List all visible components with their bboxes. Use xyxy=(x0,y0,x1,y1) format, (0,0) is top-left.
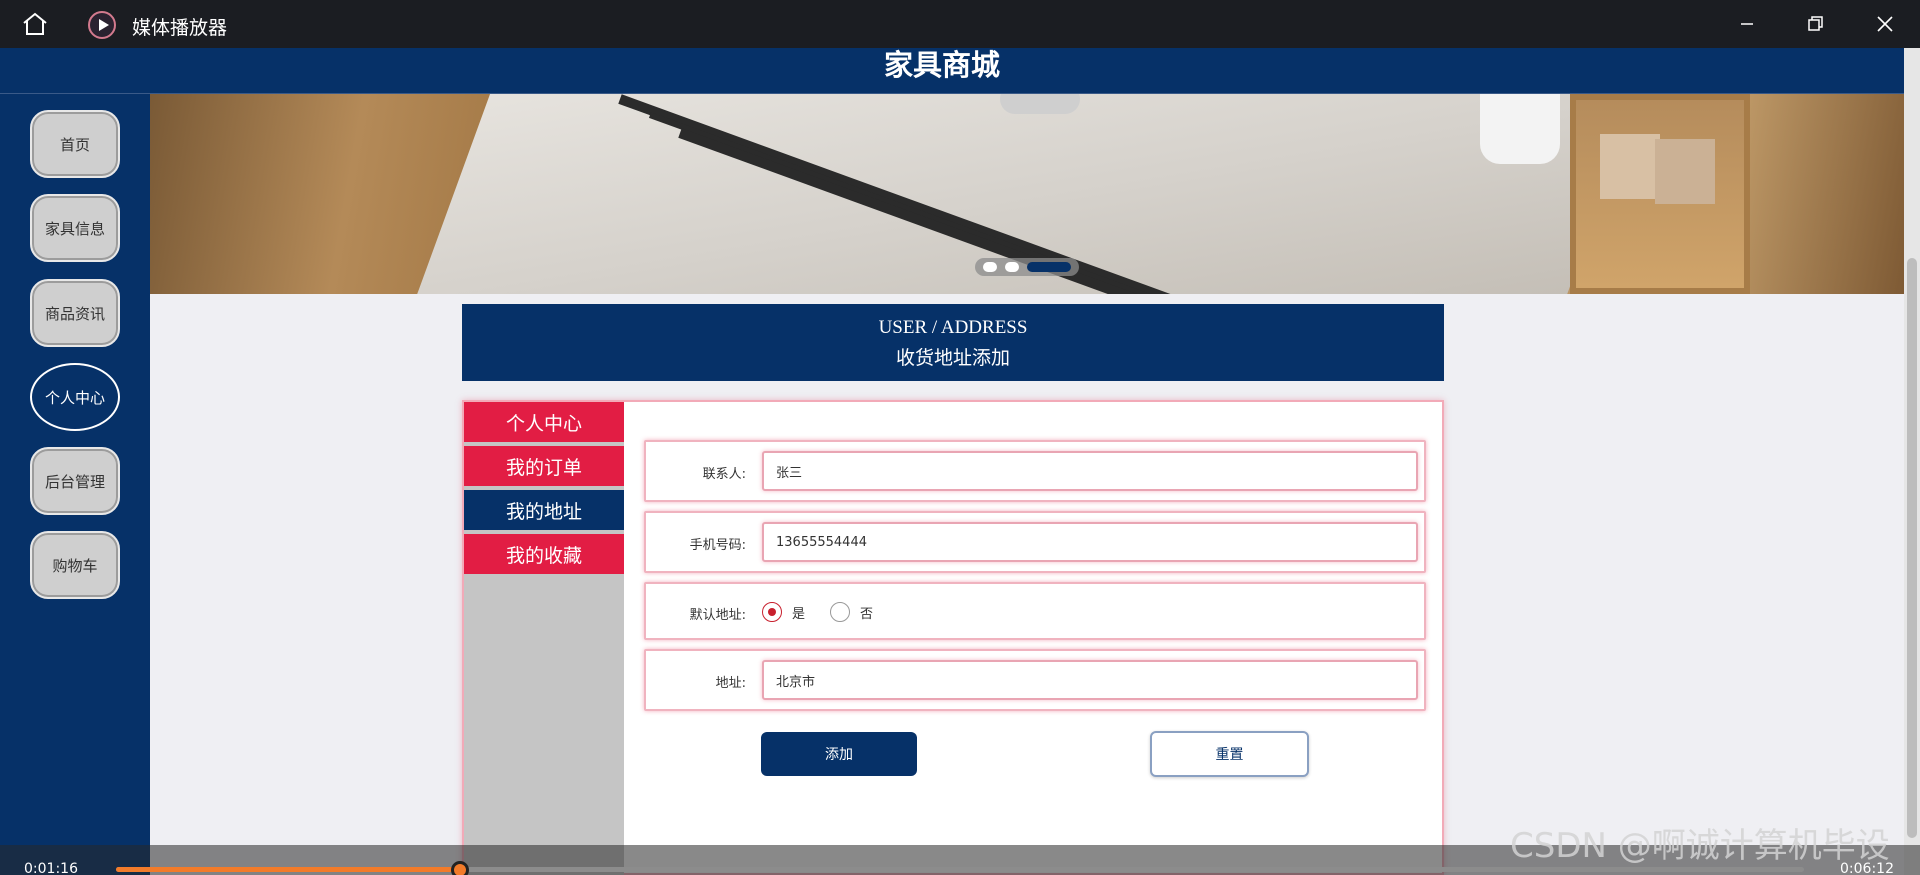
radio-default-no[interactable] xyxy=(830,602,850,622)
restore-icon[interactable] xyxy=(1800,10,1830,38)
contact-input[interactable] xyxy=(762,451,1418,491)
user-side-menu: 个人中心 我的订单 我的地址 我的收藏 xyxy=(464,402,624,875)
seek-handle[interactable] xyxy=(451,861,470,875)
side-item-my-address[interactable]: 我的地址 xyxy=(464,490,624,530)
seek-bar-progress xyxy=(116,867,461,872)
nav-item-home[interactable]: 首页 xyxy=(30,110,120,178)
main-nav: 首页 家具信息 商品资讯 个人中心 后台管理 购物车 xyxy=(0,94,150,875)
side-item-user-center[interactable]: 个人中心 xyxy=(464,402,624,442)
close-icon[interactable] xyxy=(1870,10,1900,38)
nav-item-cart[interactable]: 购物车 xyxy=(30,531,120,599)
banner-carousel[interactable] xyxy=(150,94,1904,294)
address-input[interactable] xyxy=(762,660,1418,700)
site-title: 家具商城 xyxy=(883,48,1000,82)
reset-button[interactable]: 重置 xyxy=(1150,731,1309,777)
contact-label: 联系人: xyxy=(702,467,746,482)
form-row-phone: 手机号码: xyxy=(644,511,1426,573)
banner-image-box xyxy=(1600,134,1660,199)
minimize-icon[interactable] xyxy=(1732,10,1762,38)
carousel-dot-1[interactable] xyxy=(983,262,997,272)
play-icon xyxy=(88,11,116,39)
nav-item-news[interactable]: 商品资讯 xyxy=(30,279,120,347)
add-button[interactable]: 添加 xyxy=(761,732,917,776)
side-item-my-orders[interactable]: 我的订单 xyxy=(464,446,624,486)
watermark: CSDN @啊诚计算机毕设 xyxy=(1510,826,1890,866)
seek-bar[interactable] xyxy=(116,861,1804,875)
app-title: 媒体播放器 xyxy=(132,17,228,39)
form-row-contact: 联系人: xyxy=(644,440,1426,502)
radio-default-yes-label: 是 xyxy=(792,607,806,622)
home-icon[interactable] xyxy=(20,10,50,38)
nav-item-admin[interactable]: 后台管理 xyxy=(30,447,120,515)
side-item-my-favorites[interactable]: 我的收藏 xyxy=(464,534,624,574)
nav-item-user-center[interactable]: 个人中心 xyxy=(30,363,120,431)
carousel-dot-2[interactable] xyxy=(1005,262,1019,272)
scrollbar-thumb[interactable] xyxy=(1907,258,1917,838)
radio-default-yes[interactable] xyxy=(762,602,782,622)
address-label: 地址: xyxy=(715,676,746,691)
page-heading-cn: 收货地址添加 xyxy=(895,347,1010,369)
carousel-dot-3-active[interactable] xyxy=(1027,262,1071,272)
banner-image-pillow xyxy=(1480,94,1560,164)
window-titlebar: 媒体播放器 xyxy=(0,0,1920,48)
carousel-indicator xyxy=(975,258,1079,276)
phone-input[interactable] xyxy=(762,522,1418,562)
page-heading: USER / ADDRESS 收货地址添加 xyxy=(462,304,1444,381)
phone-label: 手机号码: xyxy=(689,538,746,553)
default-address-label: 默认地址: xyxy=(689,608,746,623)
page-heading-en: USER / ADDRESS xyxy=(878,317,1028,338)
form-row-default-address: 默认地址: 是 否 xyxy=(644,582,1426,640)
address-form-panel: 个人中心 我的订单 我的地址 我的收藏 联系人: 手机号码: 默认地址: 是 否… xyxy=(462,400,1444,875)
nav-item-furniture-info[interactable]: 家具信息 xyxy=(30,194,120,262)
form-row-address: 地址: xyxy=(644,649,1426,711)
current-time: 0:01:16 xyxy=(24,861,78,875)
page-scrollbar[interactable] xyxy=(1904,48,1920,875)
banner-image-box xyxy=(1655,139,1715,204)
banner-image-lamp xyxy=(1000,94,1080,114)
radio-default-no-label: 否 xyxy=(860,607,874,622)
